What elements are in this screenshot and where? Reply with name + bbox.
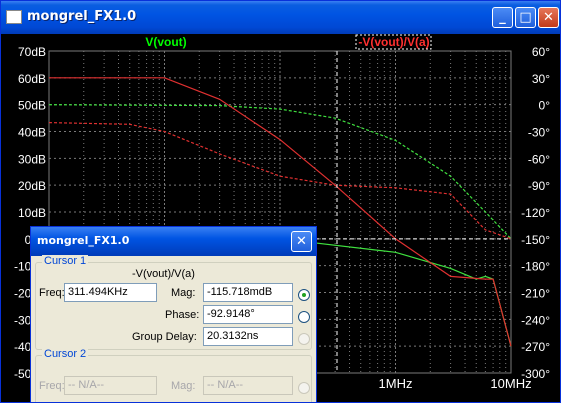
dialog-title: mongrel_FX1.0 bbox=[37, 234, 130, 247]
cursor2-legend: Cursor 2 bbox=[42, 348, 89, 360]
cursor2-group: Cursor 2 Freq: -- N/A-- Mag: -- N/A-- bbox=[35, 348, 312, 402]
cursor2-freq-field[interactable]: -- N/A-- bbox=[64, 376, 157, 395]
cursor2-mag-radio[interactable] bbox=[298, 382, 310, 394]
window-title: mongrel_FX1.0 bbox=[27, 9, 137, 24]
group-delay-radio[interactable] bbox=[298, 333, 310, 345]
x-tick-label: 10MHz bbox=[490, 376, 531, 391]
cursor1-expression: -V(vout)/V(a) bbox=[132, 268, 195, 280]
phase-label: Phase: bbox=[165, 309, 200, 321]
phase-radio[interactable] bbox=[298, 311, 310, 323]
right-tick-label: -210° bbox=[521, 287, 550, 301]
close-button[interactable]: ✕ bbox=[538, 7, 559, 28]
cursor2-mag-field[interactable]: -- N/A-- bbox=[203, 376, 293, 395]
mag-label: Mag: bbox=[171, 287, 196, 299]
right-axis-ticks: 60° 30° 0° -30° -60° -90° -120° -150° -180° -210°… bbox=[521, 45, 550, 381]
maximize-button[interactable]: □ bbox=[515, 7, 536, 28]
right-tick-label: 30° bbox=[532, 72, 550, 86]
left-tick-label: 60dB bbox=[18, 72, 46, 86]
left-tick-label: 70dB bbox=[18, 45, 46, 59]
cursor1-group: Cursor 1 -V(vout)/V(a) Freq: 311.494KHz … bbox=[35, 255, 312, 350]
waveform-window: mongrel_FX1.0 _ □ ✕ 70dB 60dB 50dB 40dB 30dB… bbox=[0, 0, 561, 403]
trace-label-gain[interactable]: -V(vout)/V(a) bbox=[358, 35, 429, 49]
cursor2-mag-label: Mag: bbox=[171, 380, 196, 392]
right-tick-label: -270° bbox=[521, 340, 550, 354]
x-tick-label: 1MHz bbox=[379, 376, 413, 391]
dialog-title-bar[interactable]: mongrel_FX1.0 ✕ bbox=[31, 227, 316, 256]
trace-label-vout[interactable]: V(vout) bbox=[145, 35, 186, 49]
right-tick-label: -240° bbox=[521, 313, 550, 327]
right-tick-label: -120° bbox=[521, 206, 550, 220]
left-tick-label: 30dB bbox=[18, 152, 46, 166]
phase-field[interactable]: -92.9148° bbox=[203, 305, 293, 324]
right-tick-label: -30° bbox=[528, 126, 550, 140]
left-tick-label: 20dB bbox=[18, 179, 46, 193]
cursor-dialog: mongrel_FX1.0 ✕ Cursor 1 -V(vout)/V(a) F… bbox=[30, 226, 317, 402]
mag-radio[interactable] bbox=[298, 289, 310, 301]
minimize-button[interactable]: _ bbox=[492, 7, 513, 28]
mag-field[interactable]: -115.718mdB bbox=[203, 283, 293, 302]
group-delay-field[interactable]: 20.3132ns bbox=[203, 327, 293, 346]
freq-field[interactable]: 311.494KHz bbox=[64, 283, 157, 302]
cursor2-freq-label: Freq: bbox=[39, 380, 65, 392]
dialog-close-button[interactable]: ✕ bbox=[291, 231, 312, 252]
right-tick-label: 0° bbox=[539, 99, 551, 113]
left-tick-label: 10dB bbox=[18, 206, 46, 220]
left-tick-label: 40dB bbox=[18, 126, 46, 140]
right-tick-label: -180° bbox=[521, 260, 550, 274]
right-tick-label: 60° bbox=[532, 45, 550, 59]
app-waveform-icon bbox=[6, 10, 22, 24]
right-tick-label: -60° bbox=[528, 152, 550, 166]
cursor1-legend: Cursor 1 bbox=[42, 255, 89, 267]
group-delay-label: Group Delay: bbox=[132, 331, 197, 343]
right-tick-label: -150° bbox=[521, 233, 550, 247]
freq-label: Freq: bbox=[39, 287, 65, 299]
left-tick-label: 50dB bbox=[18, 99, 46, 113]
right-tick-label: -90° bbox=[528, 179, 550, 193]
title-bar[interactable]: mongrel_FX1.0 _ □ ✕ bbox=[1, 1, 560, 34]
